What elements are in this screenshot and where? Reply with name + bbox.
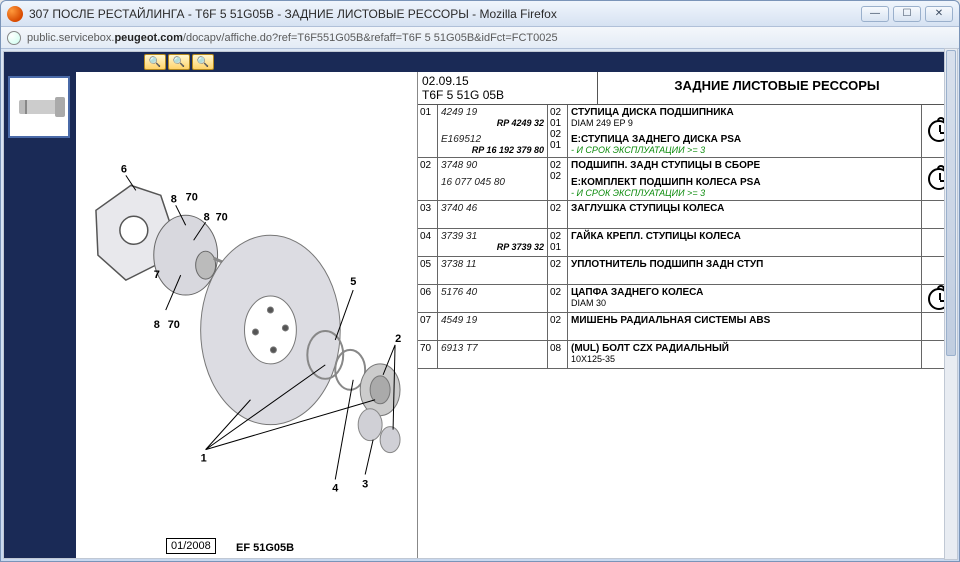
parts-header: 02.09.15 T6F 5 51G 05B ЗАДНИЕ ЛИСТОВЫЕ Р… [418,72,956,105]
part-number: 03 [418,201,438,228]
part-codes: 3738 11 [438,257,548,284]
diagram-toolbar: 🔍 🔍 🔍 [4,52,956,72]
part-row[interactable]: 043739 31RP 3739 320201ГАЙКА КРЕПЛ. СТУП… [418,229,956,257]
part-row[interactable]: 014249 19RP 4249 32E169512RP 16 192 379 … [418,105,956,158]
window-title: 307 ПОСЛЕ РЕСТАЙЛИНГА - T6F 5 51G05B - З… [29,7,861,21]
part-qty: 02 [548,257,568,284]
header-title: ЗАДНИЕ ЛИСТОВЫЕ РЕССОРЫ [598,72,956,104]
vertical-scrollbar[interactable] [944,48,958,560]
diagram-panel[interactable]: 6 8 70 8 70 7 8 70 5 2 1 3 4 01/2008 EF … [76,72,418,558]
svg-text:8: 8 [171,193,177,205]
url-path: /docapv/affiche.do?ref=T6F551G05B&refaff… [183,32,558,44]
part-codes: 4549 19 [438,313,548,340]
part-number: 02 [418,158,438,200]
part-number: 70 [418,341,438,368]
bolt-icon [19,100,59,114]
diagram-code: EF 51G05B [236,542,294,554]
part-row[interactable]: 053738 1102УПЛОТНИТЕЛЬ ПОДШИПН ЗАДН СТУП [418,257,956,285]
zoom-out-button[interactable]: 🔍 [168,54,190,70]
svg-text:4: 4 [332,482,339,494]
zoom-fit-button[interactable]: 🔍 [192,54,214,70]
part-number: 01 [418,105,438,157]
diagram-date: 01/2008 [166,538,216,554]
part-row[interactable]: 065176 4002ЦАПФА ЗАДНЕГО КОЛЕСАDIAM 30 [418,285,956,313]
part-codes: 3739 31RP 3739 32 [438,229,548,256]
svg-text:1: 1 [201,453,207,465]
part-codes: 4249 19RP 4249 32E169512RP 16 192 379 80 [438,105,548,157]
thumbnail-column [4,72,76,558]
close-button[interactable]: ✕ [925,6,953,22]
part-number: 04 [418,229,438,256]
svg-text:8: 8 [204,211,210,223]
address-bar[interactable]: public.servicebox. peugeot.com /docapv/a… [1,27,959,49]
svg-text:7: 7 [154,269,160,281]
svg-text:8: 8 [154,319,160,331]
part-desc: СТУПИЦА ДИСКА ПОДШИПНИКАDIAM 249 EP 9E:С… [568,105,922,157]
titlebar: 307 ПОСЛЕ РЕСТАЙЛИНГА - T6F 5 51G05B - З… [1,1,959,27]
part-codes: 3740 46 [438,201,548,228]
part-desc: УПЛОТНИТЕЛЬ ПОДШИПН ЗАДН СТУП [568,257,922,284]
svg-text:5: 5 [350,276,356,288]
svg-text:2: 2 [395,333,401,345]
part-row[interactable]: 706913 T708(MUL) БОЛТ CZX РАДИАЛЬНЫЙ10X1… [418,341,956,369]
minimize-button[interactable]: — [861,6,889,22]
part-qty: 02 [548,285,568,312]
part-codes: 3748 9016 077 045 80 [438,158,548,200]
part-qty: 02010201 [548,105,568,157]
part-number: 05 [418,257,438,284]
header-date: 02.09.15 [422,74,593,88]
part-desc: МИШЕНЬ РАДИАЛЬНАЯ СИСТЕМЫ ABS [568,313,922,340]
part-number: 07 [418,313,438,340]
part-row[interactable]: 074549 1902МИШЕНЬ РАДИАЛЬНАЯ СИСТЕМЫ ABS [418,313,956,341]
scrollbar-thumb[interactable] [946,50,956,356]
firefox-icon [7,6,23,22]
url-prefix: public.servicebox. [27,32,114,44]
svg-text:6: 6 [121,163,127,175]
url-host: peugeot.com [114,32,182,44]
part-desc: ЦАПФА ЗАДНЕГО КОЛЕСАDIAM 30 [568,285,922,312]
svg-text:70: 70 [186,191,198,203]
zoom-in-button[interactable]: 🔍 [144,54,166,70]
part-qty: 02 [548,201,568,228]
part-codes: 5176 40 [438,285,548,312]
part-number: 06 [418,285,438,312]
part-desc: ЗАГЛУШКА СТУПИЦЫ КОЛЕСА [568,201,922,228]
part-row[interactable]: 033740 4602ЗАГЛУШКА СТУПИЦЫ КОЛЕСА [418,201,956,229]
part-desc: (MUL) БОЛТ CZX РАДИАЛЬНЫЙ10X125-35 [568,341,922,368]
svg-text:70: 70 [216,211,228,223]
thumbnail-1[interactable] [8,76,70,138]
part-qty: 02 [548,313,568,340]
part-desc: ПОДШИПН. ЗАДН СТУПИЦЫ В СБОРЕE:КОМПЛЕКТ … [568,158,922,200]
part-desc: ГАЙКА КРЕПЛ. СТУПИЦЫ КОЛЕСА [568,229,922,256]
part-codes: 6913 T7 [438,341,548,368]
maximize-button[interactable]: ☐ [893,6,921,22]
part-qty: 0202 [548,158,568,200]
svg-text:70: 70 [168,319,180,331]
svg-text:3: 3 [362,478,368,490]
part-row[interactable]: 023748 9016 077 045 800202ПОДШИПН. ЗАДН … [418,158,956,201]
parts-table: 014249 19RP 4249 32E169512RP 16 192 379 … [418,105,956,558]
part-qty: 0201 [548,229,568,256]
part-qty: 08 [548,341,568,368]
globe-icon [7,31,21,45]
header-code: T6F 5 51G 05B [422,88,593,102]
